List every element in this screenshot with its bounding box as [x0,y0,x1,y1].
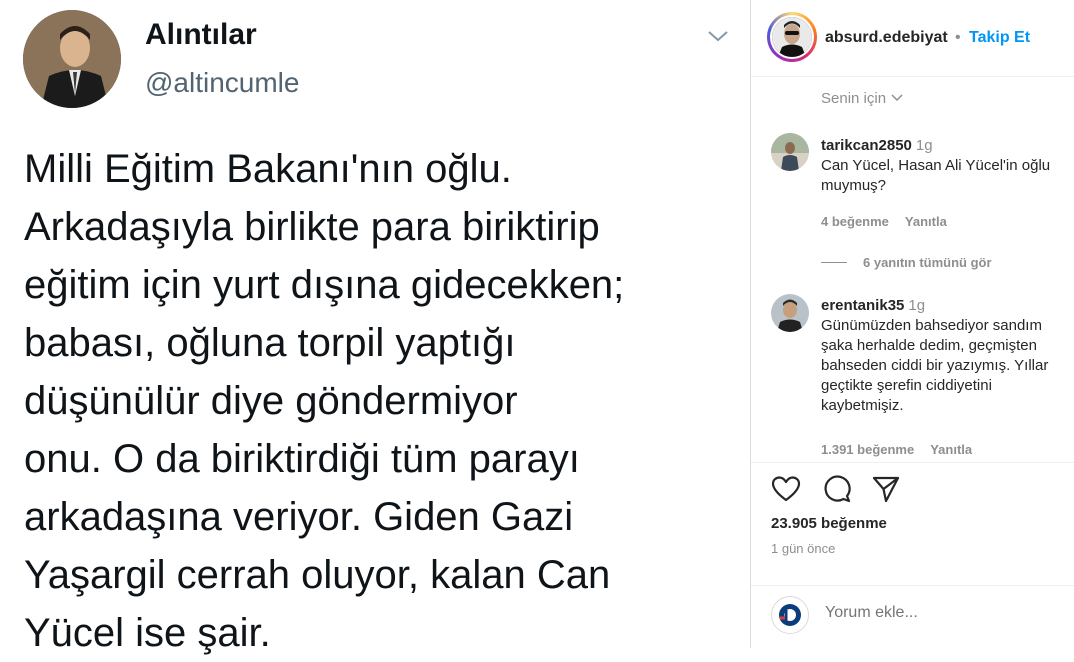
chevron-down-icon[interactable] [706,26,730,51]
comment-filter-label: Senin için [821,90,887,107]
tweet-line: Yücel ise şair. [24,611,271,655]
post-time[interactable]: 1 gün önce [771,541,835,556]
comment: tarikcan2850 1g Can Yücel, Hasan Ali Yüce… [821,136,1074,196]
comment: erentanik35 1g Günümüzden bahsediyor sand… [821,296,1074,416]
chevron-down-icon [890,90,904,107]
tweet-text: Milli Eğitim Bakanı'nın oğlu. Arkadaşıyl… [24,140,744,662]
comment-text-line: şaka herhalde dedim, geçmişten [821,337,1037,354]
comment-text-line: Günümüzden bahsediyor sandım [821,317,1042,334]
tweet-line: Milli Eğitim Bakanı'nın oğlu. [24,147,512,191]
like-count[interactable]: 23.905 beğenme [771,515,887,532]
reply-button[interactable]: Yanıtla [905,214,947,229]
tweet-line: Arkadaşıyla birlikte para biriktirip [24,205,600,249]
comment-icon[interactable] [821,475,851,508]
story-ring[interactable] [767,12,817,62]
view-replies-label: 6 yanıtın tümünü gör [863,255,992,270]
separator-dot: • [955,29,961,46]
comment-likes[interactable]: 1.391 beğenme [821,442,914,457]
follow-button[interactable]: Takip Et [969,29,1030,47]
comment-text-line: muymuş? [821,177,887,194]
tweet-screenshot: Alıntılar @altincumle Milli Eğitim Bakan… [0,0,750,655]
comment-time[interactable]: 1g [908,297,925,314]
tweet-line: eğitim için yurt dışına gidecekken; [24,263,625,307]
comment-time[interactable]: 1g [916,137,933,154]
tweet-line: babası, oğluna torpil yaptığı [24,321,516,365]
comment-meta: 4 beğenme Yanıtla [821,214,947,229]
tweet-line: düşünülür diye göndermiyor [24,379,518,423]
tweet-author-name[interactable]: Alıntılar [145,18,257,52]
tweet-avatar [23,10,121,108]
add-comment-bar [751,585,1074,648]
heart-icon[interactable] [771,475,801,508]
commenter-avatar[interactable] [771,133,809,171]
post-username[interactable]: absurd.edebiyat [825,29,948,47]
emoji-icon[interactable] [771,596,809,634]
comment-filter-dropdown[interactable]: Senin için [821,90,904,107]
comment-text-line: geçtikte şerefin ciddiyetini [821,377,992,394]
commenter-avatar[interactable] [771,294,809,332]
comment-text-line: bahseden ciddi bir yazıymış. Yıllar [821,357,1049,374]
instagram-sidebar: absurd.edebiyat • Takip Et Senin için ta… [751,0,1074,648]
reply-button[interactable]: Yanıtla [930,442,972,457]
share-icon[interactable] [871,475,901,508]
view-replies-button[interactable]: 6 yanıtın tümünü gör [821,255,992,270]
profile-avatar[interactable] [772,17,812,57]
comment-username[interactable]: tarikcan2850 [821,137,912,154]
comment-text-line: kaybetmişiz. [821,397,904,414]
tweet-line: Yaşargil cerrah oluyor, kalan Can [24,553,611,597]
comment-likes[interactable]: 4 beğenme [821,214,889,229]
comment-meta: 1.391 beğenme Yanıtla [821,442,972,457]
comment-input[interactable] [825,604,1055,622]
tweet-line: onu. O da biriktirdiği tüm parayı [24,437,580,481]
tweet-line: arkadaşına veriyor. Giden Gazi [24,495,574,539]
comment-username[interactable]: erentanik35 [821,297,904,314]
tweet-author-handle[interactable]: @altincumle [145,67,299,99]
comment-text-line: Can Yücel, Hasan Ali Yücel'in oğlu [821,157,1051,174]
post-header: absurd.edebiyat • Takip Et [751,0,1074,77]
